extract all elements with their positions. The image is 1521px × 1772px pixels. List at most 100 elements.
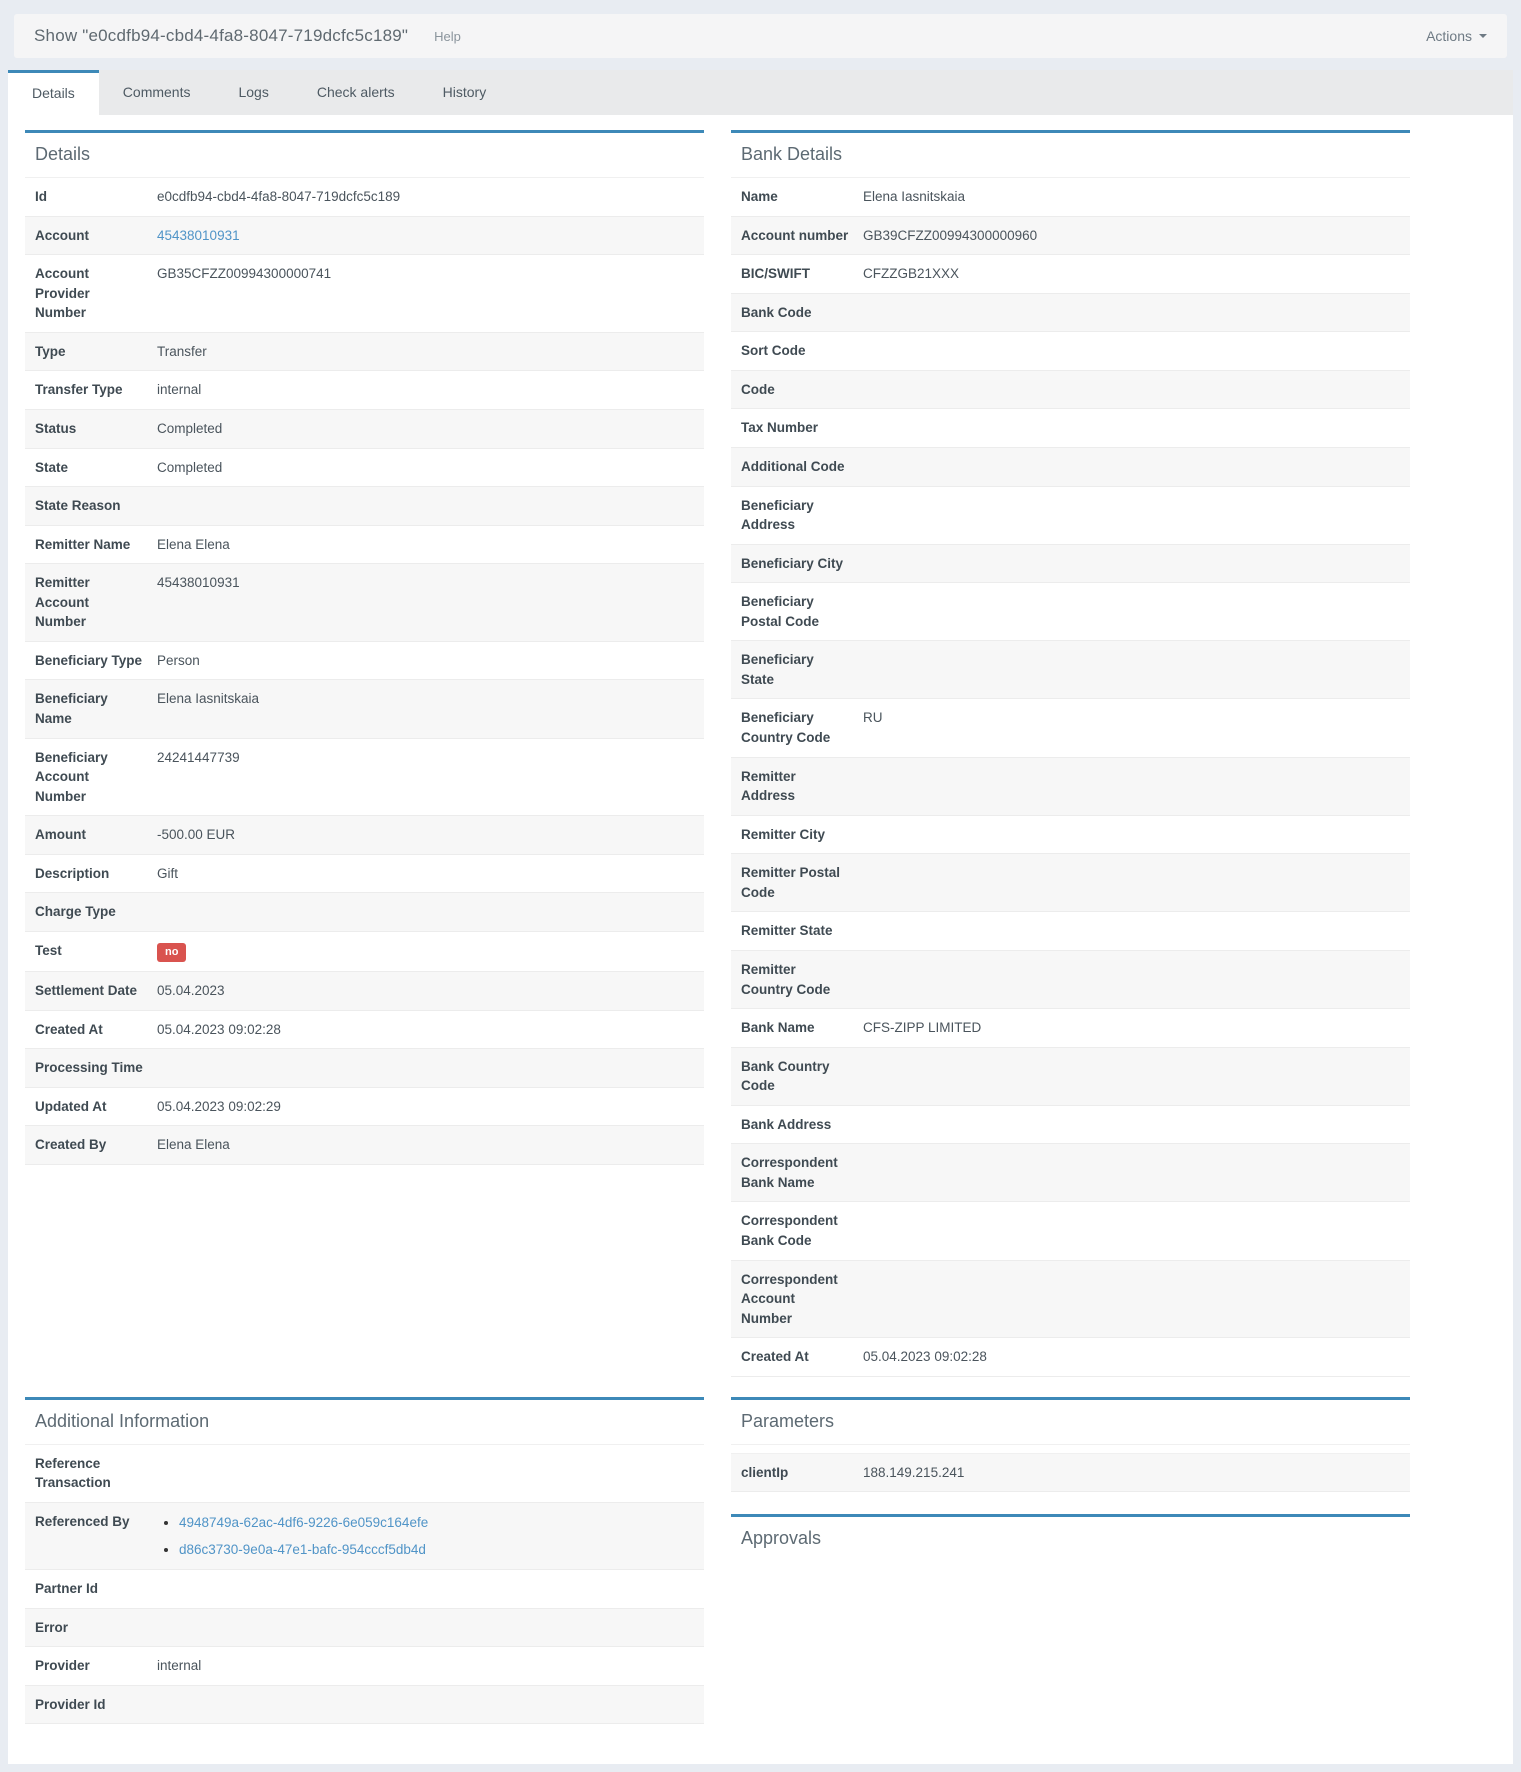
attribute-row: Beneficiary Country CodeRU [731, 699, 1410, 757]
row-label: Bank Address [731, 1105, 853, 1144]
attribute-row: Remitter Address [731, 757, 1410, 815]
row-label: Name [731, 178, 853, 216]
row-value [147, 487, 704, 526]
row-label: Settlement Date [25, 971, 147, 1010]
attribute-row: Beneficiary TypePerson [25, 641, 704, 680]
row-value: Gift [147, 854, 704, 893]
page: Show "e0cdfb94-cbd4-4fa8-8047-719dcfc5c1… [0, 14, 1521, 1764]
row-value: Person [147, 641, 704, 680]
attribute-row: Ide0cdfb94-cbd4-4fa8-8047-719dcfc5c189 [25, 178, 704, 216]
attribute-row: Bank Address [731, 1105, 1410, 1144]
row-value: Elena Elena [147, 525, 704, 564]
panel-title: Bank Details [731, 133, 1410, 178]
caret-down-icon [1479, 34, 1487, 42]
row-value [853, 1144, 1410, 1202]
row-label: Created At [731, 1338, 853, 1377]
row-value [853, 409, 1410, 448]
row-label: Processing Time [25, 1049, 147, 1088]
row-label: Correspondent Account Number [731, 1260, 853, 1338]
row-label: Beneficiary State [731, 641, 853, 699]
left-column: Details Ide0cdfb94-cbd4-4fa8-8047-719dcf… [25, 130, 704, 1165]
row-value [853, 447, 1410, 486]
row-label: Id [25, 178, 147, 216]
panel-title: Details [25, 133, 704, 178]
attribute-row: Partner Id [25, 1570, 704, 1609]
test-badge: no [157, 943, 186, 962]
row-label: Provider Id [25, 1685, 147, 1724]
row-label: Status [25, 409, 147, 448]
attribute-row: Remitter City [731, 815, 1410, 854]
row-label: Beneficiary Name [25, 680, 147, 738]
attribute-row: Correspondent Bank Name [731, 1144, 1410, 1202]
row-value [853, 1202, 1410, 1260]
row-label: Beneficiary Country Code [731, 699, 853, 757]
reference-link[interactable]: d86c3730-9e0a-47e1-bafc-954cccf5db4d [179, 1542, 426, 1557]
attribute-row: Account Provider NumberGB35CFZZ009943000… [25, 255, 704, 333]
row-value [147, 893, 704, 932]
attribute-row: StatusCompleted [25, 409, 704, 448]
actions-dropdown[interactable]: Actions [1426, 28, 1487, 44]
attribute-row: Correspondent Bank Code [731, 1202, 1410, 1260]
row-label: Additional Code [731, 447, 853, 486]
row-label: Referenced By [25, 1502, 147, 1569]
tab-logs[interactable]: Logs [214, 70, 292, 115]
tab-history[interactable]: History [419, 70, 511, 115]
tab-check-alerts[interactable]: Check alerts [293, 70, 419, 115]
attribute-row: Sort Code [731, 332, 1410, 371]
approvals-panel: Approvals [731, 1514, 1410, 1567]
row-value [853, 332, 1410, 371]
panel-title: Approvals [731, 1517, 1410, 1567]
attribute-row: Reference Transaction [25, 1445, 704, 1503]
row-label: Beneficiary City [731, 544, 853, 583]
row-label: State Reason [25, 487, 147, 526]
row-label: Created By [25, 1126, 147, 1165]
parameters-panel: Parameters clientIp188.149.215.241 [731, 1397, 1410, 1493]
attribute-row: Tax Number [731, 409, 1410, 448]
row-value [147, 1685, 704, 1724]
row-value [147, 1608, 704, 1647]
attribute-row: Transfer Typeinternal [25, 371, 704, 410]
row-value: 4948749a-62ac-4df6-9226-6e059c164efe d86c… [147, 1502, 704, 1569]
tab-content-details: Details Ide0cdfb94-cbd4-4fa8-8047-719dcf… [8, 115, 1513, 1764]
row-value [853, 912, 1410, 951]
row-value: Elena Iasnitskaia [853, 178, 1410, 216]
bank-details-attributes-table: NameElena IasnitskaiaAccount numberGB39C… [731, 178, 1410, 1377]
tab-comments[interactable]: Comments [99, 70, 215, 115]
row-label: Transfer Type [25, 371, 147, 410]
row-value: internal [147, 371, 704, 410]
row-value: 05.04.2023 09:02:28 [147, 1010, 704, 1049]
row-value [853, 486, 1410, 544]
attribute-row: Created At05.04.2023 09:02:28 [25, 1010, 704, 1049]
row-value: Elena Iasnitskaia [147, 680, 704, 738]
attribute-row: Remitter NameElena Elena [25, 525, 704, 564]
details-attributes-table: Ide0cdfb94-cbd4-4fa8-8047-719dcfc5c189Ac… [25, 178, 704, 1165]
row-value [853, 950, 1410, 1008]
row-label: Partner Id [25, 1570, 147, 1609]
row-label: Correspondent Bank Code [731, 1202, 853, 1260]
attribute-row: Updated At05.04.2023 09:02:29 [25, 1087, 704, 1126]
attribute-row: Additional Code [731, 447, 1410, 486]
attribute-row: Account numberGB39CFZZ00994300000960 [731, 216, 1410, 255]
row-value [853, 544, 1410, 583]
attribute-row: Beneficiary NameElena Iasnitskaia [25, 680, 704, 738]
attribute-row: StateCompleted [25, 448, 704, 487]
attribute-row: State Reason [25, 487, 704, 526]
attribute-row: NameElena Iasnitskaia [731, 178, 1410, 216]
row-value [147, 1570, 704, 1609]
attribute-row: Created At05.04.2023 09:02:28 [731, 1338, 1410, 1377]
reference-link[interactable]: 4948749a-62ac-4df6-9226-6e059c164efe [179, 1515, 428, 1530]
value-link[interactable]: 45438010931 [157, 228, 240, 243]
attribute-row: Provider Id [25, 1685, 704, 1724]
row-value: GB35CFZZ00994300000741 [147, 255, 704, 333]
row-label: clientIp [731, 1453, 853, 1492]
row-label: Account [25, 216, 147, 255]
actions-label: Actions [1426, 28, 1472, 44]
row-label: Bank Country Code [731, 1047, 853, 1105]
row-value: -500.00 EUR [147, 816, 704, 855]
row-label: Remitter Name [25, 525, 147, 564]
tab-details[interactable]: Details [8, 70, 99, 115]
attribute-row: Referenced By4948749a-62ac-4df6-9226-6e0… [25, 1502, 704, 1569]
row-value [853, 1260, 1410, 1338]
row-value: 45438010931 [147, 216, 704, 255]
help-link[interactable]: Help [434, 29, 461, 44]
